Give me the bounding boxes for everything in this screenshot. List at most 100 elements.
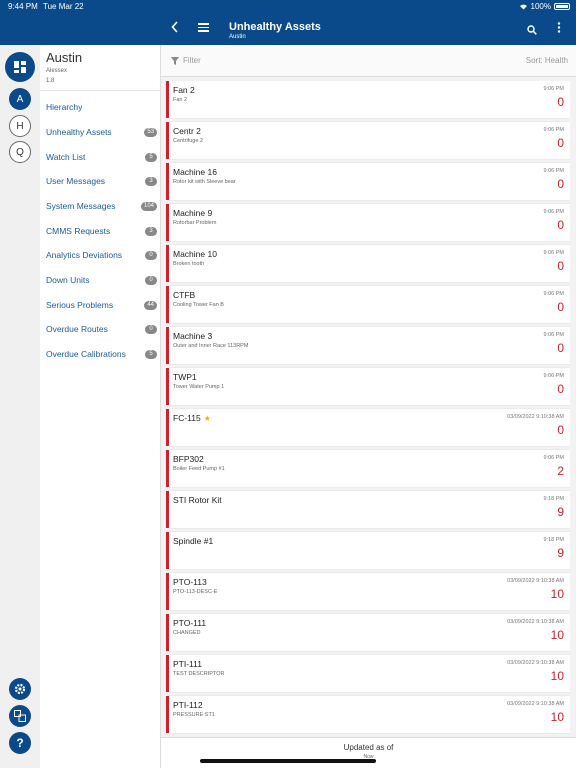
asset-description: Rotorbar Problem [173,220,217,226]
asset-name: Spindle #1 [173,536,213,546]
sidebar-item-overdue-routes[interactable]: Overdue Routes 0 [46,320,157,338]
asset-name: STI Rotor Kit [173,495,222,505]
asset-card[interactable]: CTFB Cooling Tower Fan B 9:06 PM 0 [166,286,570,323]
sidebar-item-analytics-deviations[interactable]: Analytics Deviations 0 [46,246,157,264]
status-date: Tue Mar 22 [43,2,84,11]
filter-icon [171,57,179,65]
asset-description: TEST DESCRIPTOR [173,671,225,677]
asset-card[interactable]: PTI-111 TEST DESCRIPTOR 03/09/2022 9:10:38… [166,655,570,692]
asset-name-text: STI Rotor Kit [173,495,222,505]
health-indicator [166,122,169,159]
asset-name-text: Fan 2 [173,85,195,95]
health-indicator [166,532,169,569]
sidebar-item-label: Unhealthy Assets [46,127,112,137]
sidebar-item-overdue-calibrations[interactable]: Overdue Calibrations 5 [46,345,157,363]
status-bar-right: 100% [161,0,576,14]
asset-timestamp: 9:18 PM [543,496,564,502]
asset-name: TWP1 [173,372,197,382]
health-indicator [166,696,169,733]
asset-timestamp: 9:06 PM [543,209,564,215]
help-button[interactable]: ? [9,732,31,754]
asset-timestamp: 9:06 PM [543,455,564,461]
asset-card[interactable]: Spindle #1 9:18 PM 9 [166,532,570,569]
asset-name: PTI-112 [173,700,203,710]
site-version: 1.8 [46,78,55,84]
menu-button[interactable] [198,23,209,32]
back-button[interactable] [171,21,179,36]
site-user: Alessex [46,68,68,74]
rail-h-button[interactable]: H [9,115,31,137]
asset-description: PRESSURE ST1 [173,712,215,718]
asset-name-text: PTI-111 [173,659,202,669]
health-indicator [166,573,169,610]
asset-card[interactable]: Machine 10 Broken tooth 9:06 PM 0 [166,245,570,282]
sidebar-item-label: Overdue Calibrations [46,349,126,359]
sort-button[interactable]: Sort: Health [526,56,568,65]
asset-card[interactable]: PTI-112 PRESSURE ST1 03/09/2022 9:10:38 AM… [166,696,570,733]
asset-card[interactable]: FC-115 ★ 03/09/2022 9:10:38 AM 0 [166,409,570,446]
sidebar-item-label: CMMS Requests [46,226,111,236]
sidebar-item-serious-problems[interactable]: Serious Problems 44 [46,296,157,314]
asset-name: PTO-111 [173,618,206,628]
icon-rail: A H Q ? [0,45,40,768]
sidebar-item-label: Watch List [46,152,86,162]
health-indicator [166,327,169,364]
asset-name: PTI-111 [173,659,202,669]
battery-percent: 100% [530,2,551,11]
asset-card[interactable]: Centr 2 Centrifuge 2 9:06 PM 0 [166,122,570,159]
asset-name: BFP302 [173,454,204,464]
sidebar-item-cmms-requests[interactable]: CMMS Requests 3 [46,222,157,240]
sidebar-item-system-messages[interactable]: System Messages 104 [46,197,157,215]
asset-alarm-count: 0 [557,423,564,437]
settings-button[interactable] [9,678,31,700]
sidebar-item-hierarchy[interactable]: Hierarchy [46,98,157,116]
health-indicator [166,286,169,323]
asset-alarm-count: 0 [557,300,564,314]
health-indicator [166,245,169,282]
asset-card[interactable]: Machine 9 Rotorbar Problem 9:06 PM 0 [166,204,570,241]
asset-name-text: PTI-112 [173,700,203,710]
asset-alarm-count: 10 [550,669,564,683]
health-indicator [166,655,169,692]
asset-name: Machine 10 [173,249,217,259]
updated-label: Updated as of [343,743,394,752]
asset-description: PTO-113-DESC-E [173,589,218,595]
asset-card[interactable]: PTO-111 CHANGED 03/09/2022 9:10:38 AM 10 [166,614,570,651]
asset-card[interactable]: BFP302 Boiler Feed Pump #1 9:06 PM 2 [166,450,570,487]
asset-card[interactable]: STI Rotor Kit 9:18 PM 9 [166,491,570,528]
sidebar-item-watch-list[interactable]: Watch List 5 [46,148,157,166]
health-indicator [166,81,169,118]
count-badge: 53 [144,127,157,137]
asset-card[interactable]: Fan 2 Fan 2 9:06 PM 0 [166,81,570,118]
sidebar-item-label: System Messages [46,201,116,211]
filter-input[interactable]: Filter [183,56,201,65]
asset-name-text: Spindle #1 [173,536,214,546]
home-indicator[interactable] [200,759,376,763]
sidebar-item-down-units[interactable]: Down Units 0 [46,271,157,289]
health-indicator [166,491,169,528]
sidebar-item-unhealthy-assets[interactable]: Unhealthy Assets 53 [46,123,157,141]
asset-description: Cooling Tower Fan B [173,302,224,308]
asset-description: CHANGED [173,630,201,636]
health-indicator [166,368,169,405]
count-badge: 0 [145,250,157,260]
asset-card[interactable]: TWP1 Tower Water Pump 1 9:06 PM 0 [166,368,570,405]
dashboard-button[interactable] [5,52,35,82]
asset-card[interactable]: Machine 3 Outer and Inner Race 113RPM 9:06… [166,327,570,364]
asset-alarm-count: 0 [557,259,564,273]
asset-name-text: Machine 3 [173,331,213,341]
asset-card[interactable]: Machine 16 Rotor kit with Sleeve bear 9:06… [166,163,570,200]
rail-q-button[interactable]: Q [9,141,31,163]
search-button[interactable] [527,22,537,35]
sidebar-item-user-messages[interactable]: User Messages 3 [46,172,157,190]
asset-alarm-count: 9 [557,505,564,519]
switch-site-button[interactable] [9,705,31,727]
asset-timestamp: 03/09/2022 9:10:38 AM [507,578,564,584]
rail-a-button[interactable]: A [9,88,31,110]
asset-alarm-count: 9 [557,546,564,560]
asset-card[interactable]: PTO-113 PTO-113-DESC-E 03/09/2022 9:10:38 … [166,573,570,610]
divider [40,90,161,91]
more-options-button[interactable] [557,22,561,36]
asset-timestamp: 03/09/2022 9:10:38 AM [507,619,564,625]
asset-alarm-count: 0 [557,341,564,355]
